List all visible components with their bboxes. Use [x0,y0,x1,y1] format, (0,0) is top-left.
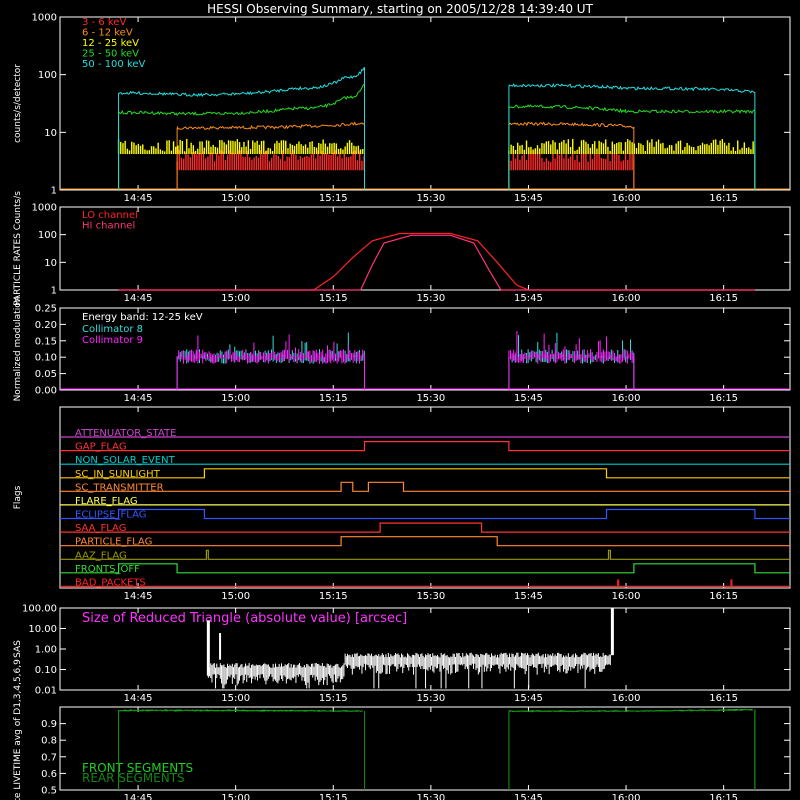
sas-ytick-label: 0.10 [35,665,57,676]
flag-label-aaz-flag: AAZ_FLAG [75,550,127,561]
particle-xtick-label: 15:15 [319,293,348,304]
counts-xtick-label: 14:45 [124,193,153,204]
modulation-ytick-label: 0.15 [35,336,57,347]
modulation-xtick-label: 14:45 [124,393,153,404]
counts-xtick-label: 15:00 [221,193,250,204]
sas-xtick-label: 14:45 [124,693,153,704]
legend-hi: HI channel [82,221,135,232]
modulation-xtick-label: 15:45 [514,393,543,404]
legend-lo: LO channel [82,210,138,221]
legend-e3_6: 3 - 6 keV [82,17,126,28]
counts-xtick-label: 15:15 [319,193,348,204]
flag-label-bad-packets: BAD_PACKETS [75,577,146,588]
livetime-xtick-label: 14:45 [124,793,153,800]
counts-ytick-label: 100 [38,70,57,81]
legend-coll9: Collimator 9 [82,335,143,346]
counts-ytick-label: 1000 [32,13,57,24]
particle-ytick-label: 100 [38,230,57,241]
sas-ytick-label: 0.01 [35,686,57,697]
particle-ytick-label: 1 [51,286,57,297]
counts-xtick-label: 15:45 [514,193,543,204]
livetime-xtick-label: 15:30 [416,793,445,800]
flags-xtick-label: 15:45 [514,591,543,602]
sas-xtick-label: 15:15 [319,693,348,704]
livetime-xtick-label: 15:45 [514,793,543,800]
sas-xtick-label: 16:00 [612,693,641,704]
flag-label-sc-in-sunlight: SC_IN_SUNLIGHT [75,469,161,480]
flags-xtick-label: 15:00 [221,591,250,602]
flags-ylabel: Flags [13,485,23,509]
flag-label-fronts-off: FRONTS_OFF [75,564,140,575]
counts-xtick-label: 15:30 [416,193,445,204]
flag-label-flare-flag: FLARE_FLAG [75,496,138,507]
legend-coll8: Collimator 8 [82,324,143,335]
sas-ytick-label: 10.00 [28,624,57,635]
modulation-xtick-label: 15:00 [221,393,250,404]
sas-xtick-label: 15:00 [221,693,250,704]
sas-ytick-label: 1.00 [35,645,57,656]
counts-ylabel: counts/s/detector [13,64,23,143]
sas-ylabel: SAS [13,640,23,658]
counts-xtick-label: 16:00 [612,193,641,204]
particle-xtick-label: 14:45 [124,293,153,304]
livetime-xtick-label: 16:15 [709,793,738,800]
flags-xtick-label: 14:45 [124,591,153,602]
flags-xtick-label: 16:00 [612,591,641,602]
livetime-ytick-label: 0.9 [41,719,57,730]
particle-ytick-label: 10 [44,258,57,269]
legend-e6_12: 6 - 12 keV [82,28,133,39]
particle-ytick-label: 1000 [32,203,57,214]
modulation-ytick-label: 0.00 [35,386,57,397]
flag-label-eclipse-flag: ECLIPSE_FLAG [75,510,146,521]
particle-xtick-label: 15:45 [514,293,543,304]
sas-label: Size of Reduced Triangle (absolute value… [82,611,407,626]
flags-xtick-label: 15:15 [319,591,348,602]
counts-xtick-label: 16:15 [709,193,738,204]
flags-xtick-label: 15:30 [416,591,445,602]
flag-label-gap-flag: GAP_FLAG [75,442,127,453]
livetime-xtick-label: 15:15 [319,793,348,800]
particle-xtick-label: 16:00 [612,293,641,304]
legend-e50_100: 50 - 100 keV [82,59,146,70]
flag-label-non-solar-event: NON_SOLAR_EVENT [75,455,176,466]
sas-xtick-label: 16:15 [709,693,738,704]
modulation-ylabel: Normalized modulation [13,297,23,402]
flag-label-attenuator-state: ATTENUATOR_STATE [75,428,176,439]
figure-title: HESSI Observing Summary, starting on 200… [207,2,593,16]
modulation-ytick-label: 0.20 [35,320,57,331]
livetime-ylabel: Mon. Rate LIVETIME avg of D1,3,4,5,6,9 [13,659,23,800]
particle-ylabel: PARTICLE RATES Counts/s [13,191,23,306]
modulation-xtick-label: 16:15 [709,393,738,404]
flags-xtick-label: 16:15 [709,591,738,602]
sas-ytick-label: 100.00 [22,604,57,615]
livetime-ytick-label: 0.7 [41,752,57,763]
flag-label-particle-flag: PARTICLE_FLAG [75,537,152,548]
flag-label-saa-flag: SAA_FLAG [75,523,126,534]
legend-e12_25: 12 - 25 keV [82,38,139,49]
modulation-ytick-label: 0.10 [35,353,57,364]
modulation-energy-band: Energy band: 12-25 keV [82,312,203,323]
legend-e25_50: 25 - 50 keV [82,49,139,60]
livetime-ytick-label: 0.5 [41,786,57,797]
sas-xtick-label: 15:45 [514,693,543,704]
counts-ytick-label: 1 [51,186,57,197]
legend-rear: REAR SEGMENTS [82,771,185,785]
livetime-xtick-label: 15:00 [221,793,250,800]
flag-label-sc-transmitter: SC_TRANSMITTER [75,482,164,493]
livetime-xtick-label: 16:00 [612,793,641,800]
livetime-ytick-label: 0.8 [41,736,57,747]
sas-xtick-label: 15:30 [416,693,445,704]
modulation-ytick-label: 0.05 [35,369,57,380]
modulation-xtick-label: 16:00 [612,393,641,404]
observing-summary-figure: HESSI Observing Summary, starting on 200… [0,0,800,800]
modulation-xtick-label: 15:30 [416,393,445,404]
particle-xtick-label: 15:30 [416,293,445,304]
particle-xtick-label: 16:15 [709,293,738,304]
modulation-xtick-label: 15:15 [319,393,348,404]
livetime-ytick-label: 0.6 [41,769,57,780]
particle-xtick-label: 15:00 [221,293,250,304]
counts-ytick-label: 10 [44,128,57,139]
modulation-ytick-label: 0.25 [35,304,57,315]
